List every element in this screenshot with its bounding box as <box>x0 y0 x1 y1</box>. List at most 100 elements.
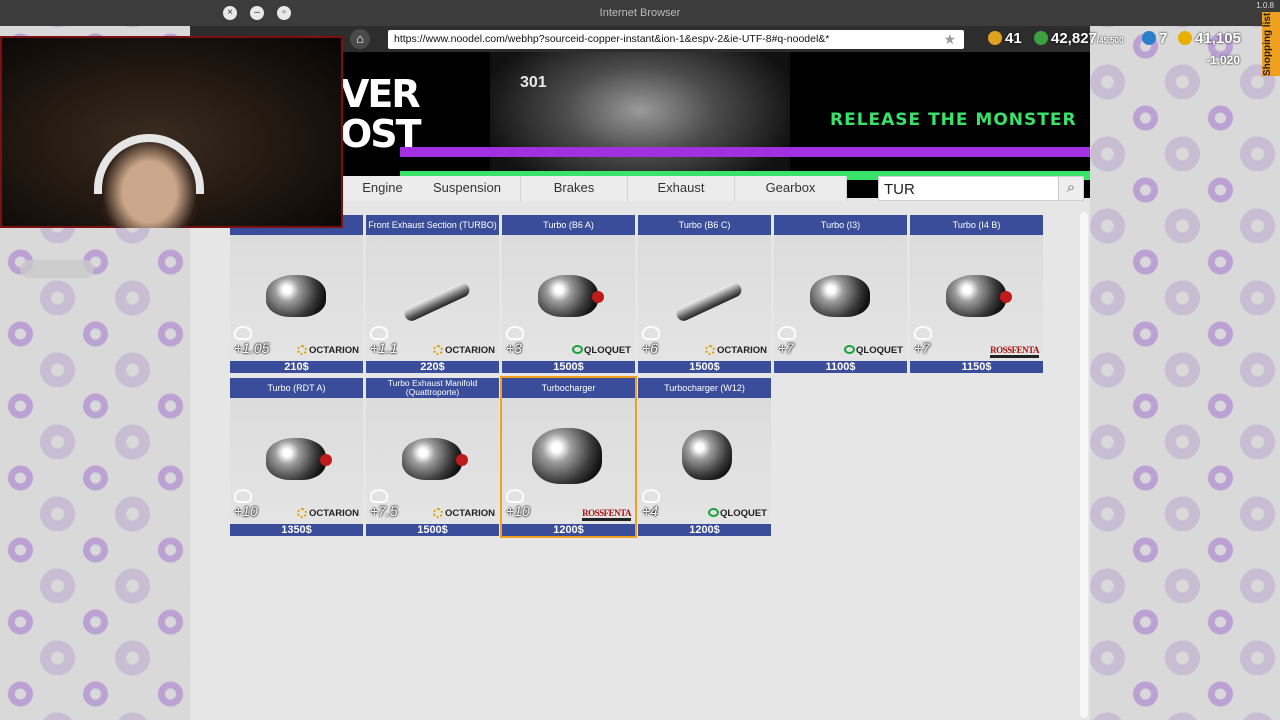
search-icon[interactable]: ⌕ <box>1058 177 1083 200</box>
turbo-image <box>538 275 604 317</box>
money-value: 41,105 <box>1195 30 1241 47</box>
part-hp: +3 <box>506 340 522 356</box>
exhaust-pipe-image <box>402 280 472 324</box>
part-card[interactable]: Turbo (I3) +7 QLOQUET 1100$ <box>774 215 907 373</box>
part-hp: +4 <box>642 503 658 519</box>
hud-money: 41,105 <box>1178 30 1241 47</box>
xp-value: 42,827 <box>1051 30 1097 47</box>
octarion-icon <box>433 508 444 518</box>
home-icon[interactable]: ⌂ <box>350 29 370 49</box>
tab-brakes[interactable]: Brakes <box>521 176 628 201</box>
turbo-image <box>266 438 332 480</box>
qloquet-icon <box>844 345 856 354</box>
part-name: Turbo (I4 B) <box>910 215 1043 235</box>
part-image: +10 ROSSFENTA <box>502 398 635 524</box>
brand-logo: ROSSFENTA <box>990 345 1039 358</box>
part-image: +7.5 OCTARION <box>366 398 499 524</box>
part-hp: +1.05 <box>234 340 270 356</box>
window-titlebar: × – ▫ Internet Browser 1.0.8 <box>0 0 1280 26</box>
part-image: +3 QLOQUET <box>502 235 635 361</box>
brand-name: OCTARION <box>445 345 495 356</box>
brand-name: QLOQUET <box>720 508 767 519</box>
level-value: 41 <box>1005 30 1022 47</box>
part-image: +6 OCTARION <box>638 235 771 361</box>
xp-sub-value: /45,500 <box>1096 36 1124 45</box>
hud-keys: 7 <box>1142 30 1167 47</box>
part-price: 220$ <box>366 361 499 373</box>
brand-logo: QLOQUET <box>572 345 631 356</box>
brand-logo: OCTARION <box>297 345 359 356</box>
map-control[interactable] <box>20 260 94 278</box>
search-input[interactable]: TUR ⌕ <box>878 176 1084 201</box>
brand-logo: QLOQUET <box>844 345 903 356</box>
part-name: Turbocharger <box>502 378 635 398</box>
horsepower-icon <box>506 489 524 503</box>
turbo-image <box>946 275 1012 317</box>
part-hp: +10 <box>506 503 530 519</box>
brand-logo: OCTARION <box>297 508 359 519</box>
part-price: 1100$ <box>774 361 907 373</box>
url-bar[interactable]: https://www.noodel.com/webhp?sourceid-co… <box>388 30 964 49</box>
part-price: 1350$ <box>230 524 363 536</box>
brand-name: QLOQUET <box>584 345 631 356</box>
part-card[interactable]: Turbo (B6 C) +6 OCTARION 1500$ <box>638 215 771 373</box>
part-hp: +7 <box>914 340 930 356</box>
part-card[interactable]: Turbo Exhaust Manifold (Quattroporte) +7… <box>366 378 499 536</box>
brand-name: QLOQUET <box>856 345 903 356</box>
exhaust-manifold-image <box>402 438 468 480</box>
part-name: Front Exhaust Section (TURBO) <box>366 215 499 235</box>
brand-logo: OCTARION <box>433 508 495 519</box>
tab-suspension[interactable]: Suspension <box>414 176 521 201</box>
part-hp: +10 <box>234 503 258 519</box>
part-name: Turbocharger (W12) <box>638 378 771 398</box>
turbocharger-image <box>682 430 732 480</box>
url-text: https://www.noodel.com/webhp?sourceid-co… <box>394 33 830 45</box>
scrollbar[interactable] <box>1080 212 1088 718</box>
horsepower-icon <box>914 326 932 340</box>
part-hp: +1.1 <box>370 340 398 356</box>
part-image: +10 OCTARION <box>230 398 363 524</box>
octarion-icon <box>705 345 716 355</box>
part-card[interactable]: Turbo (RDT A) +10 OCTARION 1350$ <box>230 378 363 536</box>
turbo-image <box>810 275 870 317</box>
site-logo: VER OST <box>340 74 422 154</box>
banner-purple-stripe <box>400 147 1090 157</box>
part-card[interactable]: Turbocharger (W12) +4 QLOQUET 1200$ <box>638 378 771 536</box>
part-name: Turbo (B6 C) <box>638 215 771 235</box>
part-price: 1200$ <box>638 524 771 536</box>
horsepower-icon <box>234 489 252 503</box>
part-card[interactable]: +1.05 OCTARION 210$ <box>230 215 363 373</box>
hud-xp: 42,827/45,500 <box>1034 30 1124 47</box>
qloquet-icon <box>708 508 720 517</box>
part-image: +7 QLOQUET <box>774 235 907 361</box>
brand-name: OCTARION <box>309 345 359 356</box>
part-card-selected[interactable]: Turbocharger +10 ROSSFENTA 1200$ <box>500 376 637 538</box>
part-name: Turbo (RDT A) <box>230 378 363 398</box>
brand-logo: ROSSFENTA <box>582 508 631 521</box>
octarion-icon <box>433 345 444 355</box>
octarion-icon <box>297 508 308 518</box>
bookmark-star-icon[interactable]: ★ <box>943 31 956 48</box>
game-version: 1.0.8 <box>1256 1 1274 10</box>
part-image: +1.1 OCTARION <box>366 235 499 361</box>
part-card[interactable]: Turbo (B6 A) +3 QLOQUET 1500$ <box>502 215 635 373</box>
turbo-image <box>674 280 744 324</box>
brand-name: OCTARION <box>445 508 495 519</box>
webcam-overlay <box>0 36 343 228</box>
tab-exhaust[interactable]: Exhaust <box>628 176 735 201</box>
brand-logo: QLOQUET <box>708 508 767 519</box>
turbocharger-image <box>532 428 602 484</box>
part-card[interactable]: Front Exhaust Section (TURBO) +1.1 OCTAR… <box>366 215 499 373</box>
horsepower-icon <box>642 326 660 340</box>
part-name: Turbo (B6 A) <box>502 215 635 235</box>
shopping-list-button[interactable]: Shopping list <box>1262 12 1280 76</box>
part-hp: +7 <box>778 340 794 356</box>
horsepower-icon <box>370 326 388 340</box>
xp-icon <box>1034 31 1048 45</box>
part-card[interactable]: Turbo (I4 B) +7 ROSSFENTA 1150$ <box>910 215 1043 373</box>
tab-gearbox[interactable]: Gearbox <box>735 176 847 201</box>
horsepower-icon <box>778 326 796 340</box>
level-icon <box>988 31 1002 45</box>
key-icon <box>1142 31 1156 45</box>
search-value: TUR <box>884 181 915 198</box>
